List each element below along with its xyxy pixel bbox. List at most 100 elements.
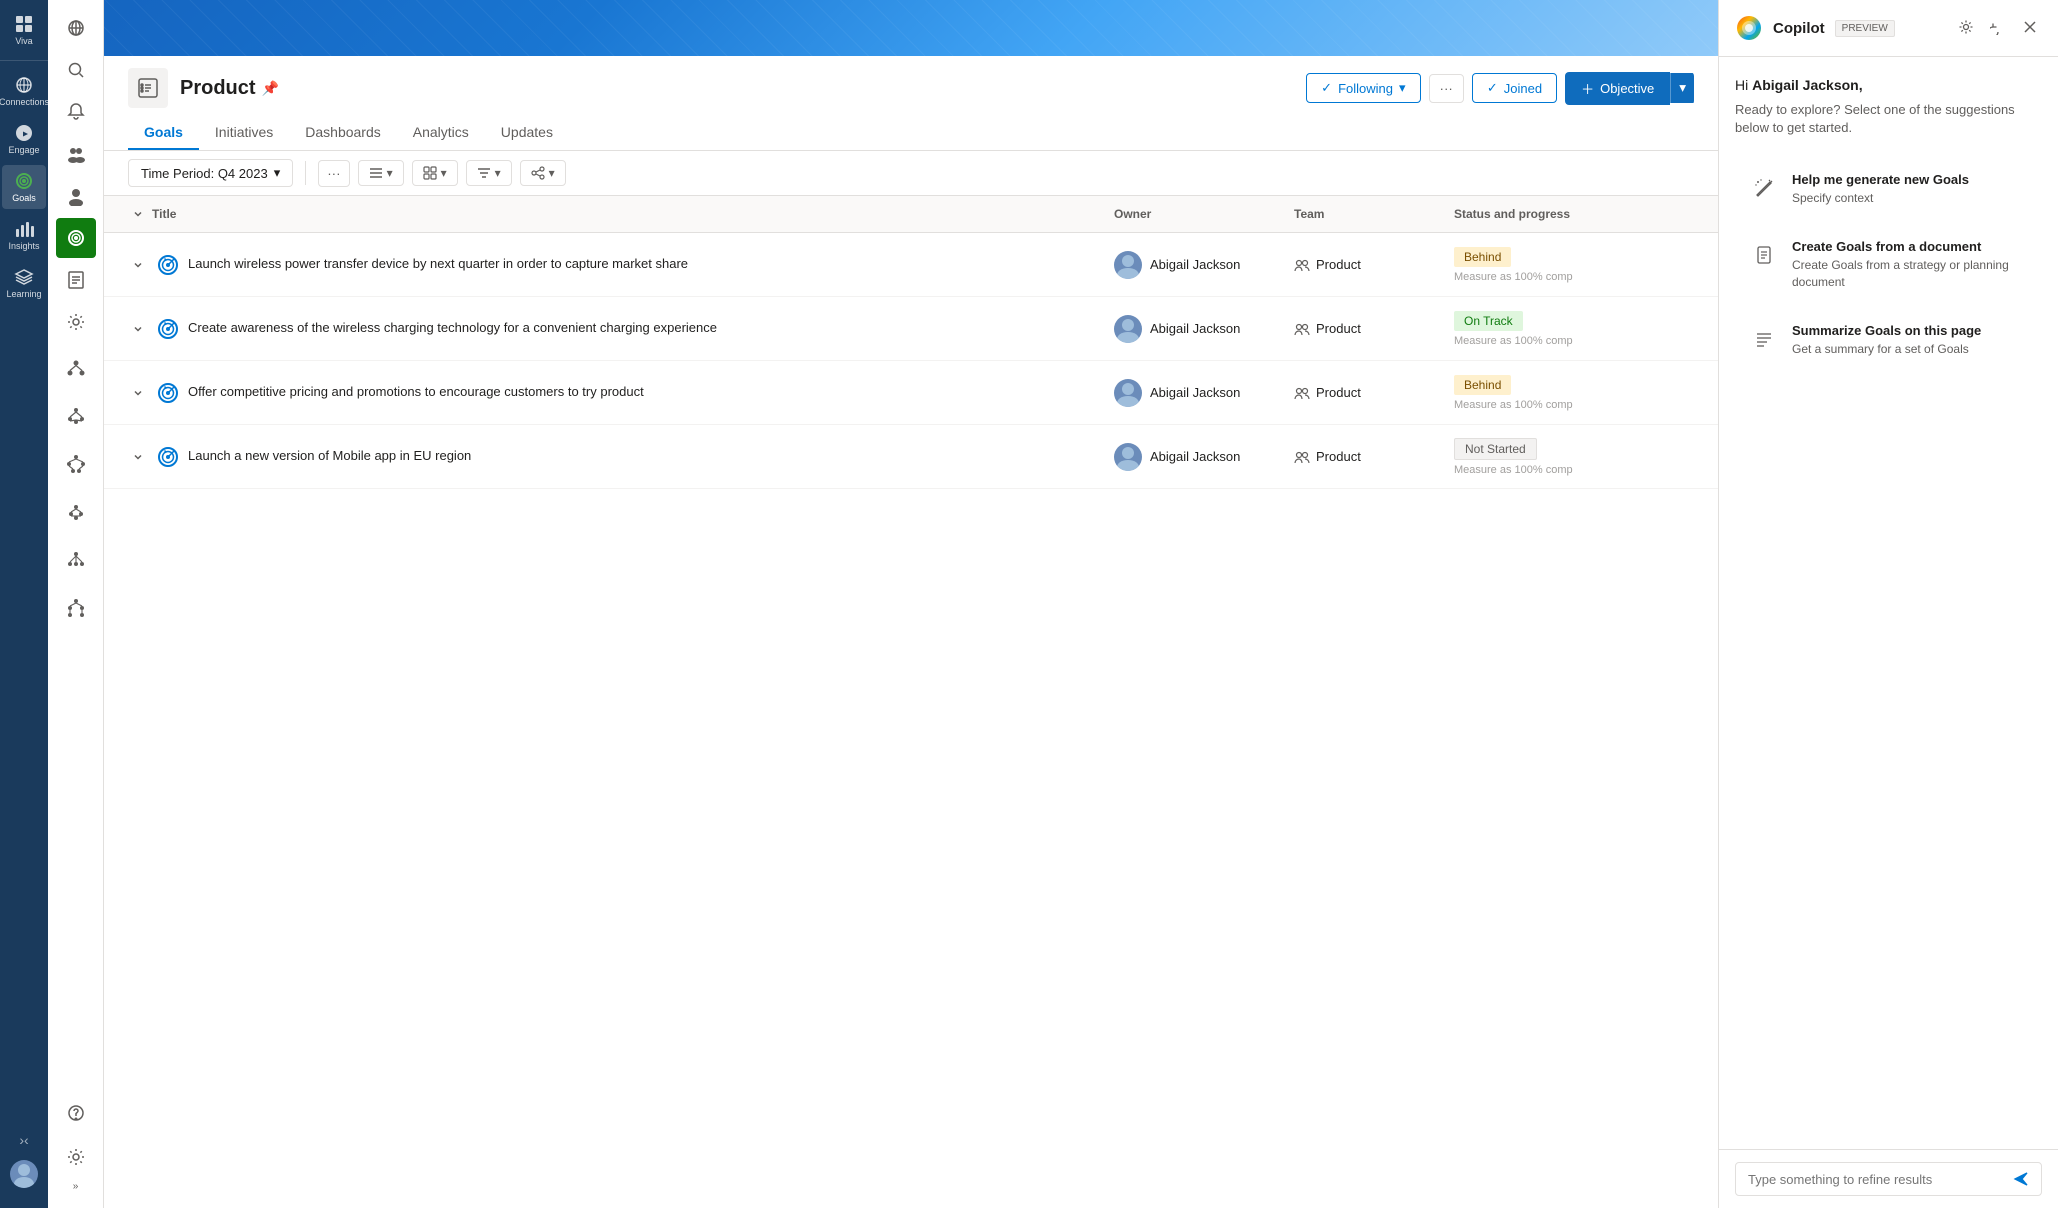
copilot-header: Copilot PREVIEW xyxy=(1719,0,2058,57)
owner-cell-1: Abigail Jackson xyxy=(1114,251,1294,279)
goal-icon-2 xyxy=(156,317,180,341)
sidebar-teamgroup-icon[interactable] xyxy=(56,134,96,174)
new-objective-button-group: ＋ Objective ▾ xyxy=(1565,72,1694,105)
nav-expand-icon[interactable]: ›‹ xyxy=(15,1128,32,1152)
grid-chevron-icon: ▾ xyxy=(441,166,447,180)
copilot-undo-btn[interactable] xyxy=(1986,15,2010,42)
user-avatar[interactable] xyxy=(10,1160,38,1188)
table-row: Launch a new version of Mobile app in EU… xyxy=(104,425,1718,489)
page-icon xyxy=(128,68,168,108)
toolbar-view-btn1[interactable]: ▾ xyxy=(358,160,404,186)
copilot-input-area xyxy=(1735,1162,2042,1196)
suggestion-from-document[interactable]: Create Goals from a document Create Goal… xyxy=(1735,224,2042,306)
wand-icon xyxy=(1748,172,1780,204)
nav-viva-label: Viva xyxy=(15,36,32,46)
sidebar-network1-icon[interactable] xyxy=(56,348,96,388)
toolbar: Time Period: Q4 2023 ▾ ··· ▾ ▾ ▾ ▾ xyxy=(104,151,1718,196)
owner-cell-2: Abigail Jackson xyxy=(1114,315,1294,343)
copilot-title-area: Copilot PREVIEW xyxy=(1735,14,1895,42)
copilot-logo-icon xyxy=(1735,14,1763,42)
sidebar-report-icon[interactable] xyxy=(56,260,96,300)
copilot-footer xyxy=(1719,1149,2058,1208)
copilot-close-btn[interactable] xyxy=(2018,15,2042,42)
expand-all-icon[interactable] xyxy=(128,204,148,224)
sidebar-bell-icon[interactable] xyxy=(56,92,96,132)
new-objective-dropdown-btn[interactable]: ▾ xyxy=(1670,73,1694,103)
tab-updates[interactable]: Updates xyxy=(485,116,569,150)
toolbar-filter-btn[interactable]: ▾ xyxy=(466,160,512,186)
measure-text-4: Measure as 100% comp xyxy=(1454,464,1694,476)
owner-avatar-1 xyxy=(1114,251,1142,279)
suggestion-generate-goals[interactable]: Help me generate new Goals Specify conte… xyxy=(1735,157,2042,222)
sidebar-search-icon[interactable] xyxy=(56,50,96,90)
sidebar-network4-icon[interactable] xyxy=(56,492,96,532)
list-icon xyxy=(1748,323,1780,355)
filter-chevron-icon: ▾ xyxy=(495,166,501,180)
toolbar-share-btn[interactable]: ▾ xyxy=(520,160,566,186)
sidebar-globe-icon[interactable] xyxy=(56,8,96,48)
goal-title-2: Create awareness of the wireless chargin… xyxy=(188,319,717,337)
nav-insights-label: Insights xyxy=(8,241,39,251)
sidebar-network2-icon[interactable] xyxy=(56,396,96,436)
sidebar-settings2-icon[interactable] xyxy=(56,1137,96,1177)
tab-initiatives[interactable]: Initiatives xyxy=(199,116,289,150)
row-expand-2[interactable] xyxy=(128,319,148,339)
header-banner xyxy=(104,0,1718,56)
new-objective-main-btn[interactable]: ＋ Objective xyxy=(1565,72,1670,105)
toolbar-more-btn[interactable]: ··· xyxy=(318,160,349,187)
sidebar-expand-btn[interactable]: » xyxy=(73,1181,79,1192)
sidebar-network3-icon[interactable] xyxy=(56,444,96,484)
sidebar-settings-icon[interactable] xyxy=(56,302,96,342)
goal-title-3: Offer competitive pricing and promotions… xyxy=(188,383,644,401)
tab-goals[interactable]: Goals xyxy=(128,116,199,150)
objective-chevron-icon: ▾ xyxy=(1679,80,1686,95)
joined-button[interactable]: ✓ Joined xyxy=(1472,73,1557,103)
sidebar-network6-icon[interactable] xyxy=(56,588,96,628)
nav-goals-label: Goals xyxy=(12,193,36,203)
more-button[interactable]: ··· xyxy=(1429,74,1464,103)
copilot-send-button[interactable] xyxy=(2013,1171,2029,1187)
following-check-icon: ✓ xyxy=(1321,80,1332,96)
row-expand-4[interactable] xyxy=(128,447,148,467)
sidebar-help-icon[interactable] xyxy=(56,1093,96,1133)
row-expand-3[interactable] xyxy=(128,383,148,403)
page-title: Product 📌 xyxy=(180,77,279,100)
owner-avatar-4 xyxy=(1114,443,1142,471)
goals-table: Title Owner Team Status and progress Lau… xyxy=(104,196,1718,1208)
following-button[interactable]: ✓ Following ▾ xyxy=(1306,73,1420,103)
status-badge-2: On Track xyxy=(1454,311,1523,331)
far-left-navigation: Viva Connections Engage Goals Insights L… xyxy=(0,0,48,1208)
copilot-title-text: Copilot xyxy=(1773,20,1825,37)
measure-text-2: Measure as 100% comp xyxy=(1454,335,1694,347)
nav-item-viva[interactable]: Viva xyxy=(2,8,46,52)
status-cell-2: On Track Measure as 100% comp xyxy=(1454,311,1694,347)
nav-item-engage[interactable]: Engage xyxy=(2,117,46,161)
status-cell-1: Behind Measure as 100% comp xyxy=(1454,247,1694,283)
time-period-button[interactable]: Time Period: Q4 2023 ▾ xyxy=(128,159,293,187)
suggestion-summarize[interactable]: Summarize Goals on this page Get a summa… xyxy=(1735,308,2042,373)
copilot-settings-btn[interactable] xyxy=(1954,15,1978,42)
suggestion-document-text: Create Goals from a document Create Goal… xyxy=(1792,239,2029,291)
row-expand-1[interactable] xyxy=(128,255,148,275)
sidebar-network5-icon[interactable] xyxy=(56,540,96,580)
nav-item-connections[interactable]: Connections xyxy=(2,69,46,113)
plus-icon: ＋ xyxy=(1581,79,1594,98)
status-badge-4: Not Started xyxy=(1454,438,1537,460)
sidebar-people-icon[interactable] xyxy=(56,176,96,216)
nav-item-goals[interactable]: Goals xyxy=(2,165,46,209)
copilot-greeting: Hi Abigail Jackson, xyxy=(1735,77,2042,93)
tab-analytics[interactable]: Analytics xyxy=(397,116,485,150)
status-cell-4: Not Started Measure as 100% comp xyxy=(1454,438,1694,476)
tab-dashboards[interactable]: Dashboards xyxy=(289,116,397,150)
nav-item-learning[interactable]: Learning xyxy=(2,261,46,305)
copilot-header-actions xyxy=(1954,15,2042,42)
main-content: Product 📌 ✓ Following ▾ ··· ✓ Joined ＋ xyxy=(104,0,1718,1208)
following-chevron-icon: ▾ xyxy=(1399,80,1406,96)
copilot-panel: Copilot PREVIEW Hi Abigail Jackson, Read… xyxy=(1718,0,2058,1208)
copilot-input-field[interactable] xyxy=(1748,1172,2005,1187)
toolbar-view-btn2[interactable]: ▾ xyxy=(412,160,458,186)
nav-item-insights[interactable]: Insights xyxy=(2,213,46,257)
page-header: Product 📌 ✓ Following ▾ ··· ✓ Joined ＋ xyxy=(104,56,1718,151)
title-cell-3: Offer competitive pricing and promotions… xyxy=(128,369,1114,417)
sidebar-goals-icon[interactable] xyxy=(56,218,96,258)
